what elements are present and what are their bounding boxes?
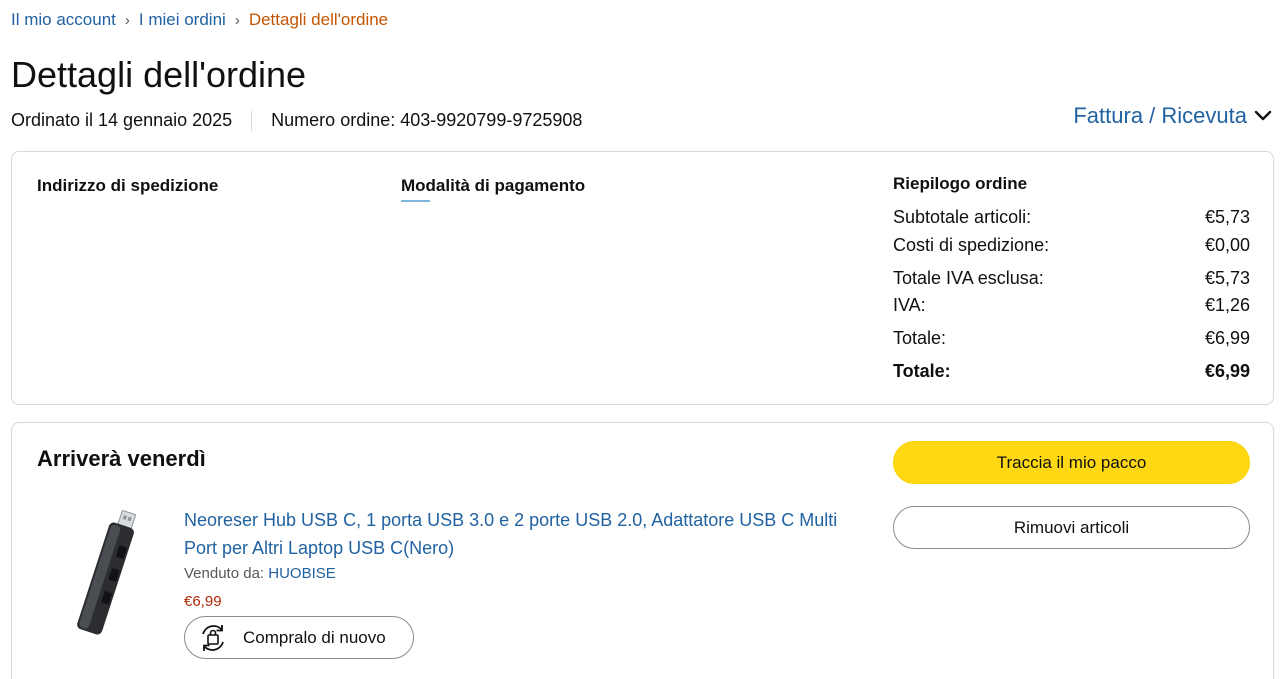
summary-value: €5,73 — [1204, 207, 1250, 227]
summary-value: €0,00 — [1204, 235, 1250, 255]
remove-items-button[interactable]: Rimuovi articoli — [893, 506, 1250, 549]
breadcrumb-my-orders[interactable]: I miei ordini — [139, 10, 226, 30]
buy-again-button[interactable]: Compralo di nuovo — [184, 616, 414, 659]
chevron-down-icon — [1254, 110, 1272, 121]
summary-value: €6,99 — [1204, 361, 1250, 381]
chevron-right-icon: › — [124, 11, 130, 29]
summary-row-total-ex-vat: Totale IVA esclusa: €5,73 — [893, 268, 1250, 289]
order-info-card: Indirizzo di spedizione Modalità di paga… — [11, 151, 1274, 405]
order-date: Ordinato il 14 gennaio 2025 — [11, 110, 233, 130]
chevron-right-icon: › — [234, 11, 240, 29]
summary-label: Totale: — [893, 328, 947, 348]
breadcrumb-my-account[interactable]: Il mio account — [11, 10, 116, 30]
summary-row-subtotal: Subtotale articoli: €5,73 — [893, 207, 1250, 228]
sold-by: Venduto da: HUOBISE — [184, 565, 336, 582]
payment-method-underline — [401, 200, 430, 202]
page-title: Dettagli dell'ordine — [11, 54, 307, 95]
shipping-address-title: Indirizzo di spedizione — [37, 176, 219, 195]
buy-again-cycle-icon — [195, 620, 231, 656]
product-price: €6,99 — [184, 593, 222, 610]
breadcrumb-current: Dettagli dell'ordine — [248, 10, 389, 29]
sold-by-label: Venduto da: — [184, 565, 265, 582]
summary-value: €6,99 — [1204, 328, 1250, 348]
summary-value: €5,73 — [1204, 268, 1250, 288]
delivery-status: Arriverà venerdì — [37, 446, 206, 471]
summary-label: Subtotale articoli: — [893, 207, 1032, 227]
order-summary-title: Riepilogo ordine — [893, 174, 1028, 193]
product-image[interactable] — [57, 505, 147, 635]
summary-label: Totale: — [893, 361, 951, 381]
summary-row-shipping: Costi di spedizione: €0,00 — [893, 235, 1250, 256]
seller-link[interactable]: HUOBISE — [268, 565, 336, 582]
meta-divider — [251, 110, 253, 131]
summary-row-vat: IVA: €1,26 — [893, 295, 1250, 316]
buy-again-label: Compralo di nuovo — [243, 627, 386, 647]
summary-label: IVA: — [893, 295, 926, 315]
product-title-link[interactable]: Neoreser Hub USB C, 1 porta USB 3.0 e 2 … — [184, 506, 854, 562]
summary-value: €1,26 — [1204, 295, 1250, 315]
invoice-receipt-label: Fattura / Ricevuta — [1073, 103, 1247, 128]
invoice-receipt-dropdown[interactable]: Fattura / Ricevuta — [1073, 103, 1272, 129]
summary-row-grand-total: Totale: €6,99 — [893, 361, 1250, 382]
payment-method-title: Modalità di pagamento — [401, 176, 586, 195]
order-number: Numero ordine: 403-9920799-9725908 — [271, 110, 583, 130]
track-package-button[interactable]: Traccia il mio pacco — [893, 441, 1250, 484]
order-meta: Ordinato il 14 gennaio 2025 Numero ordin… — [11, 110, 582, 131]
shipment-card: Arriverà venerdì Neoreser Hub USB C, 1 p… — [11, 422, 1274, 679]
summary-label: Costi di spedizione: — [893, 235, 1050, 255]
summary-label: Totale IVA esclusa: — [893, 268, 1044, 288]
breadcrumb: Il mio account › I miei ordini › Dettagl… — [11, 10, 388, 30]
summary-row-total: Totale: €6,99 — [893, 328, 1250, 349]
